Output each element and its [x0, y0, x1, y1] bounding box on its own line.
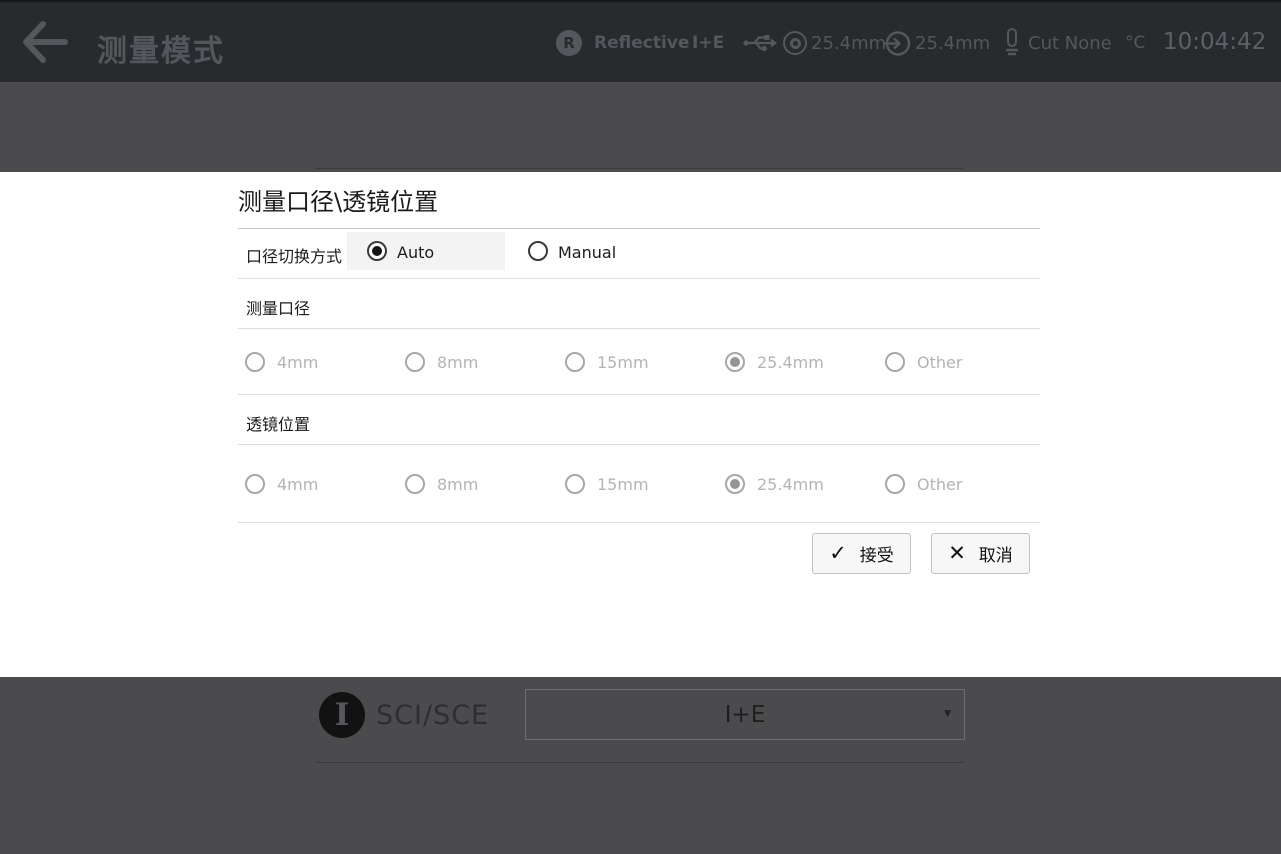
- radio-lens-15mm-label[interactable]: 15mm: [597, 475, 649, 494]
- divider: [238, 228, 1040, 229]
- radio-lens-8mm-label[interactable]: 8mm: [437, 475, 478, 494]
- radio-lens-4mm[interactable]: [245, 474, 265, 494]
- radio-manual-label[interactable]: Manual: [558, 243, 616, 262]
- lens-section-label: 透镜位置: [246, 411, 310, 435]
- radio-aperture-25mm[interactable]: [725, 352, 745, 372]
- radio-lens-15mm[interactable]: [565, 474, 585, 494]
- usb-icon: [742, 32, 778, 58]
- sci-sce-dropdown-value: I+E: [725, 702, 766, 728]
- background-divider: [315, 762, 964, 763]
- radio-lens-4mm-label[interactable]: 4mm: [277, 475, 318, 494]
- divider: [238, 328, 1040, 329]
- back-arrow-icon[interactable]: [20, 18, 70, 70]
- radio-aperture-15mm-label[interactable]: 15mm: [597, 353, 649, 372]
- aperture-icon: [783, 31, 807, 55]
- sci-sce-icon: I: [319, 692, 365, 738]
- radio-auto[interactable]: [367, 241, 387, 261]
- radio-auto-label[interactable]: Auto: [397, 243, 434, 262]
- radio-aperture-8mm[interactable]: [405, 352, 425, 372]
- cancel-button-label: 取消: [979, 541, 1013, 566]
- dimmed-background-bottom: I SCI/SCE I+E ▼: [0, 677, 1281, 854]
- divider: [238, 394, 1040, 395]
- switch-mode-label: 口径切换方式: [246, 243, 342, 267]
- divider: [238, 522, 1040, 523]
- background-divider: [315, 168, 963, 169]
- aperture-lens-dialog: 测量口径\透镜位置 口径切换方式 Auto Manual 测量口径 4mm 8m…: [0, 172, 1281, 677]
- radio-aperture-15mm[interactable]: [565, 352, 585, 372]
- dialog-title: 测量口径\透镜位置: [238, 182, 438, 217]
- dimmed-background-top: [0, 82, 1281, 172]
- clock: 10:04:42: [1163, 29, 1266, 55]
- radio-lens-25mm[interactable]: [725, 474, 745, 494]
- status-component: I+E: [692, 33, 724, 53]
- divider: [238, 444, 1040, 445]
- radio-manual[interactable]: [528, 241, 548, 261]
- radio-lens-other-label[interactable]: Other: [917, 475, 962, 494]
- status-lens: 25.4mm: [915, 33, 990, 54]
- radio-aperture-other[interactable]: [885, 352, 905, 372]
- radio-lens-other[interactable]: [885, 474, 905, 494]
- reflective-badge-icon: R: [556, 30, 582, 56]
- status-aperture: 25.4mm: [811, 33, 886, 54]
- cancel-button[interactable]: ✕ 取消: [931, 533, 1030, 574]
- page-title: 测量模式: [97, 26, 225, 70]
- cross-icon: ✕: [948, 543, 966, 564]
- accept-button-label: 接受: [860, 541, 894, 566]
- accept-button[interactable]: ✓ 接受: [812, 533, 911, 574]
- chevron-down-icon: ▼: [944, 709, 951, 719]
- radio-aperture-other-label[interactable]: Other: [917, 353, 962, 372]
- radio-aperture-8mm-label[interactable]: 8mm: [437, 353, 478, 372]
- check-icon: ✓: [829, 543, 847, 564]
- lens-position-icon: [884, 30, 911, 61]
- status-uv-cut: Cut None: [1028, 33, 1112, 54]
- radio-lens-25mm-label[interactable]: 25.4mm: [757, 475, 824, 494]
- top-header-bar: 测量模式 R Reflective I+E 25.4mm: [0, 0, 1281, 82]
- radio-lens-8mm[interactable]: [405, 474, 425, 494]
- screen: 测量模式 R Reflective I+E 25.4mm: [0, 0, 1281, 854]
- divider: [238, 278, 1040, 279]
- radio-aperture-4mm[interactable]: [245, 352, 265, 372]
- aperture-section-label: 测量口径: [246, 295, 310, 319]
- radio-aperture-4mm-label[interactable]: 4mm: [277, 353, 318, 372]
- status-temp-unit: °C: [1125, 33, 1145, 53]
- status-mode: Reflective: [594, 33, 689, 53]
- sci-sce-label: SCI/SCE: [376, 700, 489, 731]
- radio-aperture-25mm-label[interactable]: 25.4mm: [757, 353, 824, 372]
- uv-lamp-icon: [1004, 28, 1020, 62]
- sci-sce-dropdown[interactable]: I+E ▼: [525, 689, 965, 740]
